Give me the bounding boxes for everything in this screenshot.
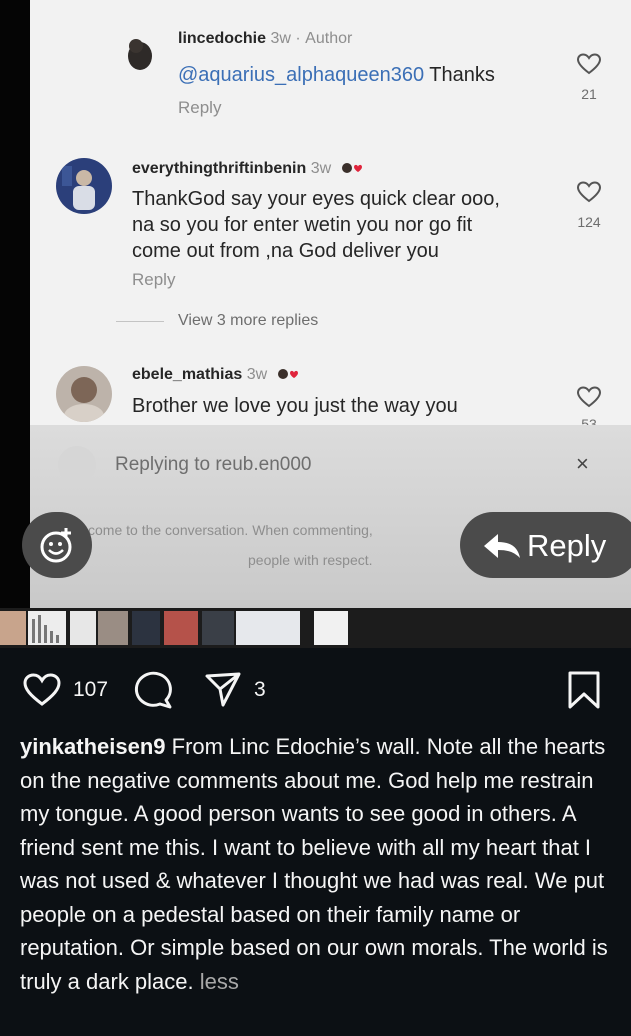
embedded-screenshot: lincedochie 3w · Author @aquarius_alphaq…	[0, 0, 631, 608]
replying-to-label: Replying to reub.en000	[115, 454, 312, 475]
thumbnail[interactable]	[164, 611, 198, 645]
comment-guideline-text: people with respect.	[248, 552, 373, 568]
less-link[interactable]: less	[200, 969, 239, 994]
avatar[interactable]	[56, 366, 112, 422]
comment-age: 3w	[270, 30, 291, 47]
comment-username[interactable]: lincedochie 3w · Author	[178, 30, 352, 48]
replying-bar: Replying to reub.en000 ×	[30, 432, 631, 492]
mention-link[interactable]: @aquarius_alphaqueen360	[178, 64, 424, 86]
audio-waveform-icon	[32, 615, 59, 643]
comment-guideline-text: come to the conversation. When commentin…	[88, 522, 373, 538]
comment-username[interactable]: everythingthriftinbenin 3w	[132, 160, 366, 178]
thumbnail[interactable]	[0, 611, 26, 645]
reply-link[interactable]: Reply	[178, 98, 221, 118]
avatar[interactable]	[120, 32, 160, 72]
author-badge: Author	[305, 30, 353, 47]
share-icon[interactable]	[203, 670, 243, 710]
media-thumbnail-strip	[0, 608, 631, 648]
caption-text: From Linc Edochie’s wall. Note all the h…	[20, 734, 608, 994]
comment-text: ThankGod say your eyes quick clear ooo, …	[132, 188, 500, 262]
caption-username[interactable]: yinkatheisen9	[20, 734, 166, 759]
comment-icon[interactable]	[132, 670, 176, 710]
thumbnail[interactable]	[28, 611, 66, 645]
like-count: 124	[577, 214, 601, 230]
add-emoji-button[interactable]	[22, 512, 92, 578]
close-icon[interactable]: ×	[576, 451, 589, 477]
like-count: 107	[73, 678, 109, 701]
heart-icon[interactable]	[576, 180, 602, 204]
comment-username[interactable]: ebele_mathias 3w	[132, 366, 302, 384]
add-emoji-icon	[40, 528, 72, 563]
thumbnail[interactable]	[70, 611, 96, 645]
comment-text: @aquarius_alphaqueen360 Thanks	[178, 64, 495, 86]
thumbnail[interactable]	[314, 611, 348, 645]
thumbnail[interactable]	[202, 611, 234, 645]
avatar[interactable]	[56, 158, 112, 214]
reply-arrow-icon	[484, 534, 520, 558]
reply-link[interactable]: Reply	[132, 270, 175, 290]
share-count: 3	[254, 678, 266, 701]
avatar	[58, 446, 96, 484]
comment-text: Brother we love you just the way you	[132, 395, 458, 417]
divider	[116, 321, 164, 322]
heart-icon[interactable]	[22, 672, 62, 708]
comment-age: 3w	[310, 160, 332, 177]
separator: ·	[295, 30, 301, 47]
heart-icon[interactable]	[576, 52, 602, 76]
reply-button[interactable]: Reply	[460, 512, 631, 578]
heart-icon[interactable]	[576, 385, 602, 409]
creator-liked-icon	[277, 368, 298, 379]
like-count: 21	[581, 86, 597, 102]
post-action-bar: 107 3	[0, 648, 631, 728]
post-caption: yinkatheisen9 From Linc Edochie’s wall. …	[20, 730, 620, 998]
thumbnail[interactable]	[132, 611, 160, 645]
thumbnail[interactable]	[236, 611, 300, 645]
thumbnail[interactable]	[98, 611, 128, 645]
comment-age: 3w	[246, 366, 268, 383]
bookmark-icon[interactable]	[566, 670, 602, 710]
creator-liked-icon	[341, 162, 362, 173]
view-more-replies[interactable]: View 3 more replies	[178, 312, 318, 330]
